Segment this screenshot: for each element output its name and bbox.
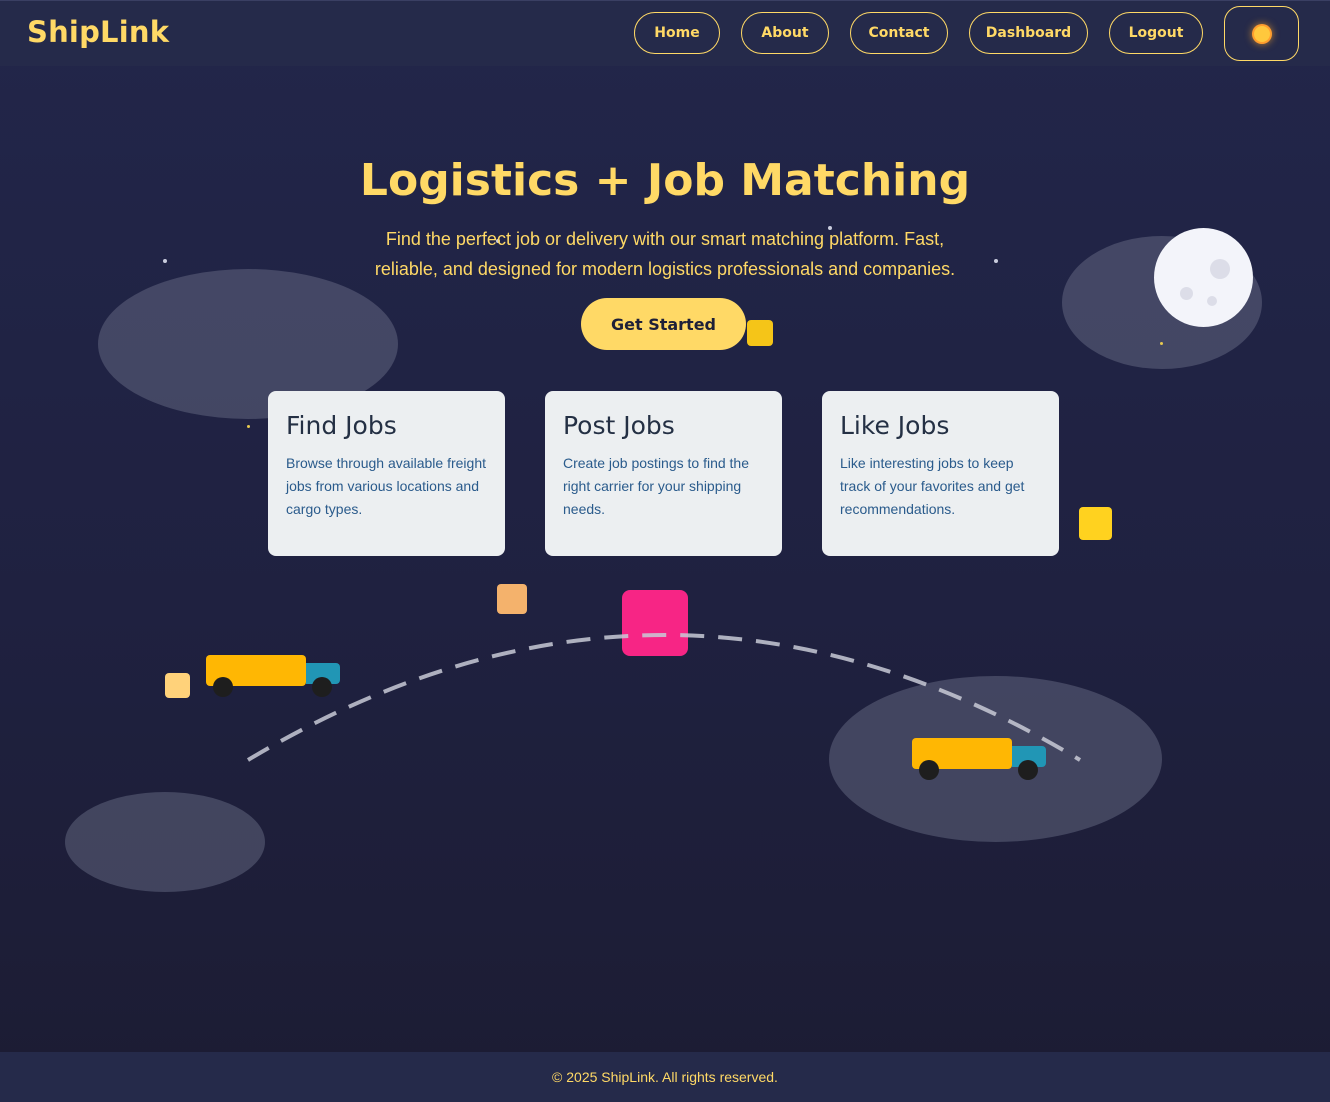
footer-copyright: © 2025 ShipLink. All rights reserved. bbox=[552, 1069, 778, 1085]
truck-icon bbox=[912, 738, 1052, 788]
truck-icon bbox=[206, 655, 346, 705]
footer: © 2025 ShipLink. All rights reserved. bbox=[0, 1052, 1330, 1102]
delivery-route-path bbox=[246, 633, 1082, 762]
